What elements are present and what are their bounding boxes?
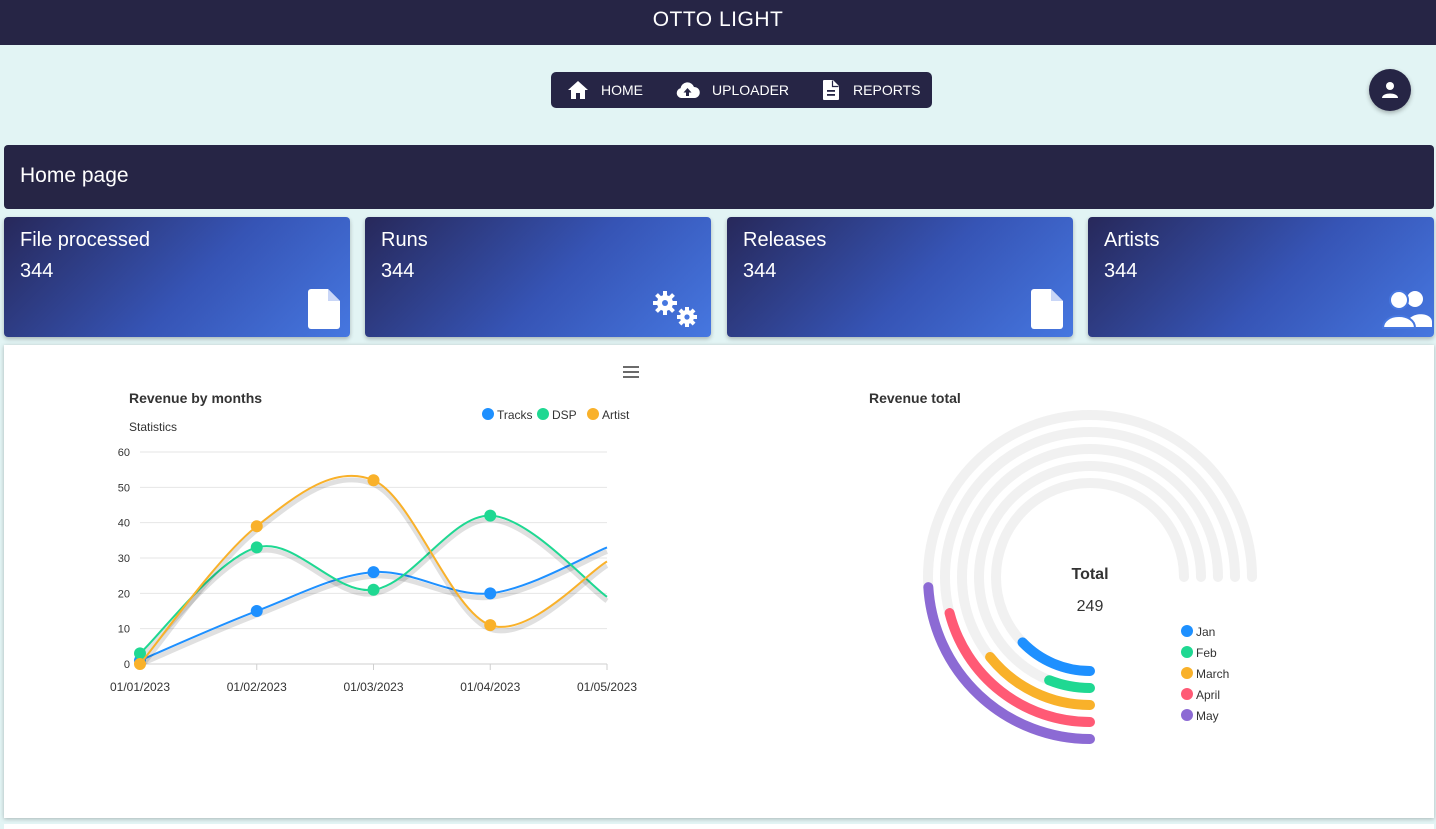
legend-marker bbox=[482, 408, 494, 420]
stat-card-artists: Artists 344 bbox=[1088, 217, 1434, 337]
legend-label: Artist bbox=[602, 408, 630, 422]
nav-item-label: UPLOADER bbox=[712, 82, 790, 98]
data-point[interactable] bbox=[134, 658, 146, 670]
stat-card-value: 344 bbox=[381, 260, 415, 282]
user-avatar-button[interactable] bbox=[1369, 69, 1411, 111]
stat-card-value: 344 bbox=[20, 260, 54, 282]
legend-label: May bbox=[1196, 709, 1219, 723]
app-title: OTTO LIGHT bbox=[652, 8, 784, 31]
legend-marker bbox=[1181, 646, 1193, 658]
cloud-upload-icon bbox=[676, 82, 700, 98]
legend-item-tracks[interactable]: Tracks bbox=[482, 408, 533, 422]
y-tick-label: 60 bbox=[118, 447, 130, 459]
page-title-bar: Home page bbox=[4, 145, 1434, 209]
chart-legend: Jan Feb March April May bbox=[1181, 625, 1229, 723]
chart-menu-icon[interactable] bbox=[623, 366, 639, 378]
users-icon bbox=[1382, 290, 1432, 329]
stat-card-releases: Releases 344 bbox=[727, 217, 1073, 337]
nav-item-uploader[interactable]: UPLOADER bbox=[675, 80, 789, 100]
legend-marker bbox=[537, 408, 549, 420]
charts-panel: Revenue by months Statistics Tracks DSP Ar… bbox=[4, 345, 1434, 818]
data-point[interactable] bbox=[484, 509, 497, 522]
x-axis: 01/01/2023 01/02/2023 01/03/2023 01/04/2023… bbox=[110, 664, 637, 694]
y-tick-label: 40 bbox=[118, 518, 130, 530]
file-icon bbox=[308, 289, 340, 329]
total-value: 249 bbox=[1077, 598, 1104, 615]
data-point[interactable] bbox=[367, 474, 380, 487]
nav-item-home[interactable]: HOME bbox=[567, 80, 643, 100]
x-tick-label: 01/03/2023 bbox=[343, 680, 403, 694]
x-tick-label: 01/02/2023 bbox=[227, 680, 287, 694]
legend-label: Jan bbox=[1196, 625, 1215, 639]
data-point[interactable] bbox=[250, 541, 263, 554]
legend-marker bbox=[1181, 688, 1193, 700]
data-point[interactable] bbox=[484, 619, 497, 632]
legend-label: DSP bbox=[552, 408, 577, 422]
stat-card-title: Runs bbox=[381, 229, 428, 251]
legend-marker bbox=[1181, 625, 1193, 637]
gears-icon bbox=[653, 291, 697, 327]
main-nav: HOME UPLOADER REPORTS bbox=[551, 72, 932, 108]
x-tick-label: 01/04/2023 bbox=[460, 680, 520, 694]
charts-canvas: Revenue by months Statistics Tracks DSP Ar… bbox=[110, 366, 1257, 744]
data-point[interactable] bbox=[367, 566, 380, 579]
radial-bars bbox=[923, 582, 1095, 744]
total-label: Total bbox=[1071, 566, 1108, 583]
radial-chart: Revenue total Total 249 Jan Feb March April… bbox=[869, 390, 1257, 744]
stat-card-runs: Runs 344 bbox=[365, 217, 711, 337]
y-tick-label: 10 bbox=[118, 624, 130, 636]
data-point[interactable] bbox=[484, 587, 497, 600]
chart-subtitle: Statistics bbox=[129, 420, 177, 434]
legend-marker bbox=[1181, 667, 1193, 679]
nav-item-reports[interactable]: REPORTS bbox=[821, 79, 920, 101]
document-icon bbox=[823, 80, 840, 100]
chart-title: Revenue total bbox=[869, 390, 961, 406]
home-icon bbox=[568, 81, 588, 99]
chart-legend: Tracks DSP Artist bbox=[482, 408, 630, 422]
legend-item-dsp[interactable]: DSP bbox=[537, 408, 577, 422]
series-tracks bbox=[134, 546, 608, 667]
file-icon bbox=[1031, 289, 1063, 329]
bottom-panel-edge bbox=[4, 824, 1434, 829]
legend-label: March bbox=[1196, 667, 1229, 681]
y-tick-label: 30 bbox=[118, 553, 130, 565]
y-axis: 60 50 40 30 20 10 0 bbox=[118, 447, 130, 671]
stat-card-title: File processed bbox=[20, 229, 151, 251]
legend-item-jan[interactable]: Jan bbox=[1181, 625, 1215, 639]
legend-label: April bbox=[1196, 688, 1220, 702]
stat-card-value: 344 bbox=[743, 260, 777, 282]
line-chart: Revenue by months Statistics Tracks DSP Ar… bbox=[110, 366, 639, 694]
y-tick-label: 50 bbox=[118, 482, 130, 494]
legend-marker bbox=[587, 408, 599, 420]
nav-item-label: REPORTS bbox=[853, 82, 921, 98]
x-tick-label: 01/05/2023 bbox=[577, 680, 637, 694]
legend-item-april[interactable]: April bbox=[1181, 688, 1220, 702]
chart-title: Revenue by months bbox=[129, 390, 262, 406]
series-line bbox=[139, 546, 608, 662]
data-point[interactable] bbox=[250, 605, 263, 617]
legend-label: Feb bbox=[1196, 646, 1217, 660]
stat-card-title: Releases bbox=[743, 229, 827, 251]
stat-card-title: Artists bbox=[1104, 229, 1160, 251]
legend-item-march[interactable]: March bbox=[1181, 667, 1229, 681]
stat-card-value: 344 bbox=[1104, 260, 1138, 282]
legend-label: Tracks bbox=[497, 408, 533, 422]
radial-bar-feb[interactable] bbox=[1044, 675, 1095, 693]
legend-item-may[interactable]: May bbox=[1181, 709, 1219, 723]
legend-item-artist[interactable]: Artist bbox=[587, 408, 630, 422]
data-point[interactable] bbox=[250, 520, 263, 533]
data-point[interactable] bbox=[367, 583, 380, 596]
x-tick-label: 01/01/2023 bbox=[110, 680, 170, 694]
user-icon bbox=[1382, 82, 1398, 98]
stat-card-files: File processed 344 bbox=[4, 217, 350, 337]
app-title-bar: OTTO LIGHT bbox=[0, 0, 1436, 45]
legend-marker bbox=[1181, 709, 1193, 721]
page-title: Home page bbox=[20, 164, 129, 187]
chart-series bbox=[134, 474, 609, 670]
y-tick-label: 0 bbox=[124, 659, 130, 671]
y-tick-label: 20 bbox=[118, 588, 130, 600]
nav-item-label: HOME bbox=[601, 82, 643, 98]
legend-item-feb[interactable]: Feb bbox=[1181, 646, 1217, 660]
